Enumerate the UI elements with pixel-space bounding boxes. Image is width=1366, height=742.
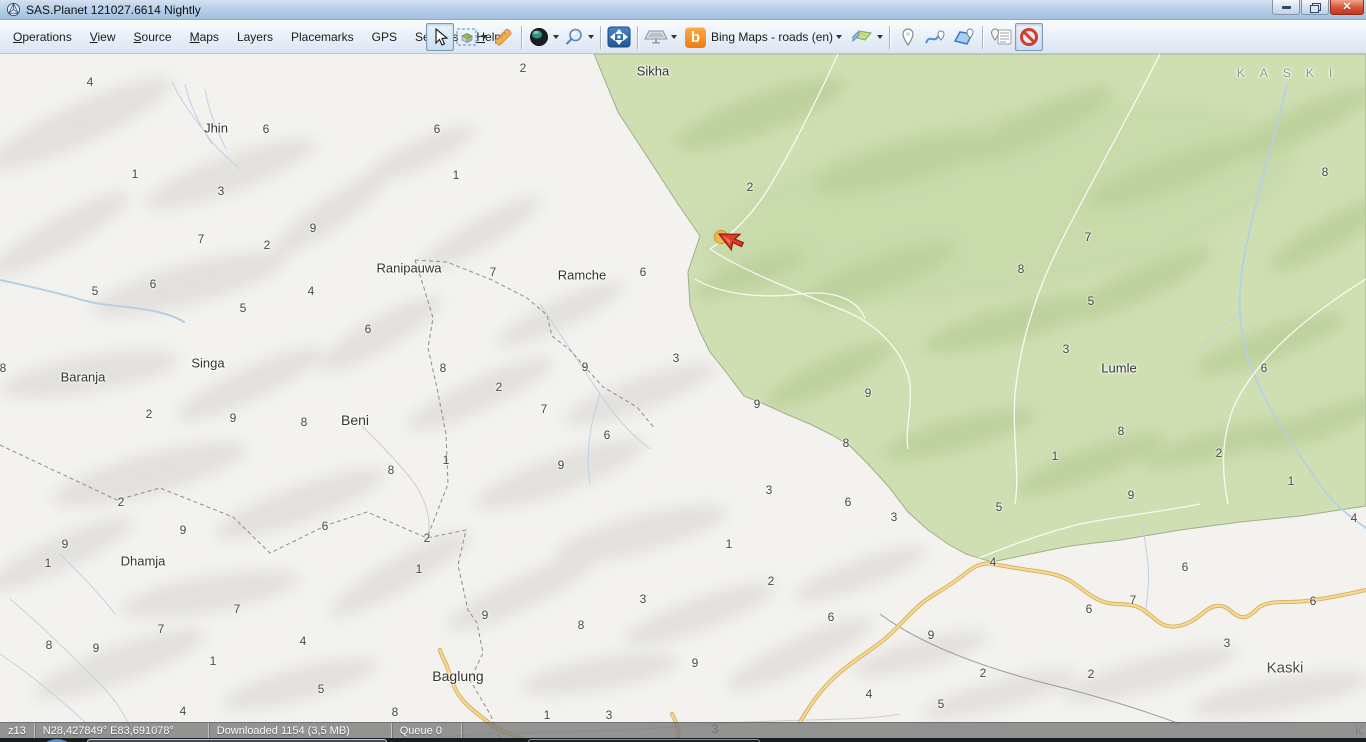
dropdown-caret-icon (553, 35, 559, 39)
status-queue: Queue 0 (392, 723, 462, 738)
close-icon: ✕ (1342, 2, 1351, 13)
status-coordinates: N28,427849° E83,691078° (35, 723, 209, 738)
menu-item-gps[interactable]: GPS (363, 26, 406, 48)
polygon-icon (952, 27, 976, 47)
dropdown-caret-icon (671, 35, 677, 39)
map-source-label: Bing Maps - roads (en) (711, 30, 833, 44)
toolbar-view-3d[interactable] (642, 23, 679, 51)
toolbar-zoom-tool[interactable] (561, 23, 596, 51)
toolbar-fullscreen[interactable] (605, 23, 633, 51)
toolbar-separator (889, 26, 890, 49)
app-window: 4266113279276655468829376912988299162177… (0, 0, 1366, 742)
toolbar-add-path[interactable] (922, 23, 950, 51)
menu-item-view[interactable]: View (81, 26, 125, 48)
block-icon (1018, 27, 1040, 47)
bing-logo-icon: b (685, 27, 706, 48)
status-downloaded: Downloaded 1154 (3,5 MB) (209, 723, 392, 738)
titlebar[interactable]: SAS.Planet 121027.6614 Nightly ✕ (0, 0, 1366, 20)
ruler-icon (492, 27, 514, 47)
app-icon (6, 2, 21, 17)
toolbar-separator (521, 26, 522, 49)
menu-item-source[interactable]: Source (125, 26, 181, 48)
toolbar-globe-tool[interactable] (526, 23, 561, 51)
map-source-selector[interactable]: b Bing Maps - roads (en) (679, 23, 848, 51)
dropdown-caret-icon (588, 35, 594, 39)
toolbar-selection-tool[interactable] (454, 23, 489, 51)
close-button[interactable]: ✕ (1330, 0, 1364, 15)
restore-button[interactable] (1301, 0, 1329, 15)
dropdown-caret-icon (481, 35, 487, 39)
layers-map-icon (850, 27, 874, 47)
map-canvas[interactable] (0, 54, 1366, 742)
windows-taskbar-edge[interactable] (0, 738, 1366, 742)
menu-toolbar-strip: OperationsViewSourceMapsLayersPlacemarks… (0, 20, 1366, 54)
window-title: SAS.Planet 121027.6614 Nightly (26, 3, 201, 17)
menu-item-layers[interactable]: Layers (228, 26, 282, 48)
toolbar-separator (600, 26, 601, 49)
dropdown-caret-icon (836, 35, 842, 39)
globe-icon (528, 27, 550, 47)
toolbar-layers[interactable] (848, 23, 885, 51)
fullscreen-icon (607, 26, 631, 48)
minimize-button[interactable] (1272, 0, 1300, 15)
view-3d-icon (644, 27, 668, 47)
statusbar: z13 N28,427849° E83,691078° Downloaded 1… (0, 722, 1366, 738)
placemark-list-icon (989, 27, 1013, 47)
selection-rect-icon (456, 27, 478, 47)
toolbar-add-placemark[interactable] (894, 23, 922, 51)
menu-item-maps[interactable]: Maps (181, 26, 228, 48)
menu-item-operations[interactable]: Operations (4, 26, 81, 48)
menu-item-placemarks[interactable]: Placemarks (282, 26, 363, 48)
cursor-icon (432, 28, 449, 46)
map-terrain (0, 54, 1366, 742)
magnifier-icon (563, 27, 585, 47)
toolbar-add-polygon[interactable] (950, 23, 978, 51)
status-zoom-level: z13 (0, 723, 35, 738)
path-route-icon (924, 27, 948, 47)
toolbar-placemark-list[interactable] (987, 23, 1015, 51)
toolbar-download-block[interactable] (1015, 23, 1043, 51)
toolbar: b Bing Maps - roads (en) (426, 21, 1043, 53)
toolbar-ruler-tool[interactable] (489, 23, 517, 51)
restore-icon (1310, 3, 1320, 12)
toolbar-separator (982, 26, 983, 49)
dropdown-caret-icon (877, 35, 883, 39)
placemark-pin-icon (899, 27, 917, 47)
minimize-icon (1282, 6, 1291, 9)
toolbar-cursor-tool[interactable] (426, 23, 454, 51)
toolbar-separator (637, 26, 638, 49)
